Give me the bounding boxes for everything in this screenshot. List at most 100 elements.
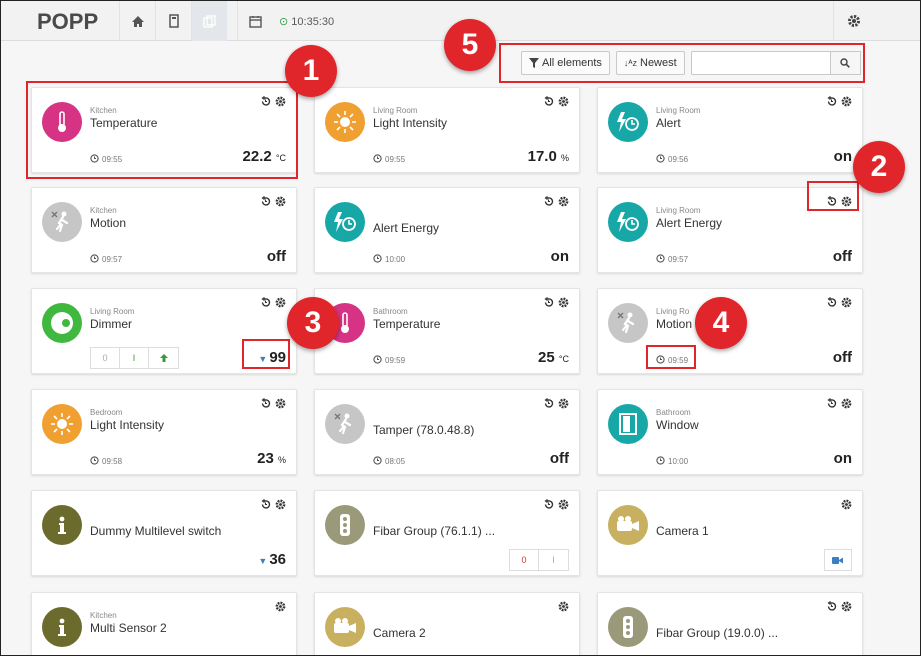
history-icon[interactable]: [826, 94, 837, 112]
card-name: Temperature: [373, 317, 441, 331]
dimmer-up-button[interactable]: [149, 348, 178, 368]
history-icon[interactable]: [543, 194, 554, 212]
gear-icon[interactable]: [558, 497, 569, 515]
element-card: Camera 2: [314, 592, 580, 655]
history-icon[interactable]: [826, 599, 837, 617]
switch-off-button[interactable]: 0: [510, 550, 539, 570]
history-icon[interactable]: [260, 497, 271, 515]
dimmer-off-button[interactable]: 0: [91, 348, 120, 368]
card-actions: [841, 497, 852, 515]
gear-icon[interactable]: [841, 94, 852, 112]
gear-icon[interactable]: [558, 194, 569, 212]
card-name: Motion: [656, 317, 693, 331]
card-time-text: 09:55: [385, 155, 406, 164]
element-card: Living Room Alert 09:56 on: [597, 87, 863, 173]
clock-icon: [373, 154, 382, 165]
elements-button[interactable]: [191, 1, 227, 41]
callout-badge-4: 4: [695, 297, 747, 349]
info-icon: [42, 505, 82, 545]
card-value: off: [833, 248, 852, 265]
card-time-text: 09:59: [385, 356, 406, 365]
card-time-text: 10:00: [385, 255, 406, 264]
card-name: Alert Energy: [373, 221, 440, 235]
card-value: off: [267, 248, 286, 265]
gear-icon: [847, 15, 860, 27]
history-icon[interactable]: [543, 396, 554, 414]
history-icon[interactable]: [826, 295, 837, 313]
caret-down-icon[interactable]: ▼: [258, 556, 267, 566]
card-time: 09:57: [90, 254, 122, 265]
gear-icon[interactable]: [275, 497, 286, 515]
card-value: on: [834, 148, 852, 165]
card-actions: [826, 295, 852, 313]
gear-icon[interactable]: [841, 295, 852, 313]
card-time: 09:58: [90, 456, 122, 467]
callout-box-3: [242, 339, 290, 369]
camera-icon: [608, 505, 648, 545]
gear-icon[interactable]: [841, 396, 852, 414]
history-icon[interactable]: [260, 194, 271, 212]
gear-icon[interactable]: [275, 194, 286, 212]
card-actions: [558, 599, 569, 617]
clock-icon: [656, 254, 665, 265]
card-room: Bathroom: [656, 408, 691, 417]
history-icon[interactable]: [543, 295, 554, 313]
camera-open-button[interactable]: [824, 549, 852, 571]
card-value-text: 25: [538, 349, 555, 366]
element-card: Fibar Group (19.0.0) ...: [597, 592, 863, 655]
gear-icon[interactable]: [841, 497, 852, 515]
card-value: on: [551, 248, 569, 265]
card-name: Light Intensity: [373, 116, 448, 130]
history-icon[interactable]: [543, 94, 554, 112]
card-room: Kitchen: [90, 611, 117, 620]
element-card: Alert Energy 10:00 on: [314, 187, 580, 273]
card-time: 09:57: [656, 254, 688, 265]
home-icon: [131, 15, 144, 27]
gear-icon[interactable]: [275, 295, 286, 313]
card-time: 10:00: [656, 456, 688, 467]
gear-icon[interactable]: [275, 599, 286, 617]
card-time: 10:00: [373, 254, 405, 265]
card-actions: [260, 295, 286, 313]
history-icon[interactable]: [260, 396, 271, 414]
card-name: Dimmer: [90, 317, 132, 331]
clock-icon: [90, 254, 99, 265]
card-unit: %: [560, 153, 569, 163]
traffic-light-icon: [608, 607, 648, 647]
dimmer-on-button[interactable]: I: [120, 348, 149, 368]
gear-icon[interactable]: [558, 94, 569, 112]
home-button[interactable]: [119, 1, 155, 41]
history-icon[interactable]: [543, 497, 554, 515]
copy-icon: [203, 14, 216, 28]
card-name: Alert Energy: [656, 216, 723, 230]
events-button[interactable]: [237, 1, 273, 41]
gear-icon[interactable]: [558, 396, 569, 414]
element-card: Kitchen Motion 09:57 off: [31, 187, 297, 273]
callout-badge-5: 5: [444, 19, 496, 71]
gear-icon[interactable]: [558, 599, 569, 617]
callout-box-5: [499, 43, 865, 83]
card-actions: [826, 599, 852, 617]
gear-icon[interactable]: [275, 396, 286, 414]
card-name: Camera 1: [656, 524, 709, 538]
card-actions: [260, 396, 286, 414]
window-icon: [608, 404, 648, 444]
card-value-text: off: [832, 349, 852, 366]
callout-badge-2: 2: [853, 141, 905, 193]
rooms-button[interactable]: [155, 1, 191, 41]
card-value: 17.0 %: [528, 148, 569, 165]
card-name: Motion: [90, 216, 127, 230]
card-actions: [826, 94, 852, 112]
card-actions: [260, 497, 286, 515]
history-icon[interactable]: [826, 396, 837, 414]
card-value-text: 36: [269, 551, 286, 568]
history-icon[interactable]: [260, 295, 271, 313]
card-actions: [260, 194, 286, 212]
card-value: off: [833, 349, 852, 366]
gear-icon[interactable]: [841, 599, 852, 617]
gear-icon[interactable]: [558, 295, 569, 313]
switch-on-button[interactable]: I: [539, 550, 568, 570]
card-name: Fibar Group (19.0.0) ...: [656, 626, 779, 640]
clock-icon: [373, 254, 382, 265]
settings-button[interactable]: [833, 1, 873, 41]
